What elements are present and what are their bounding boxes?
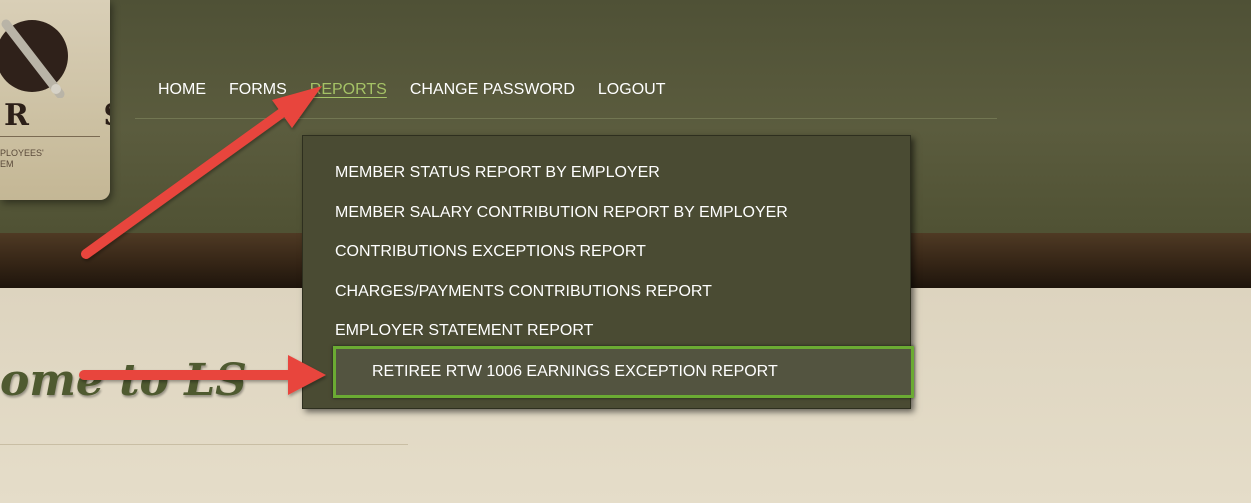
site-logo[interactable]: R S PLOYEES' EM [0,0,110,200]
nav-reports[interactable]: REPORTS [310,80,387,100]
welcome-divider [0,444,408,445]
menu-contributions-exceptions-report[interactable]: CONTRIBUTIONS EXCEPTIONS REPORT [335,242,646,262]
reports-dropdown: MEMBER STATUS REPORT BY EMPLOYER MEMBER … [302,135,914,409]
nav-divider [135,118,997,119]
menu-charges-payments-report[interactable]: CHARGES/PAYMENTS CONTRIBUTIONS REPORT [335,282,712,302]
menu-employer-statement-report[interactable]: EMPLOYER STATEMENT REPORT [335,321,593,341]
welcome-heading: ome to LS [0,355,247,406]
nav-forms[interactable]: FORMS [229,80,287,100]
logo-letters: R S [4,98,110,133]
nav-change-password[interactable]: CHANGE PASSWORD [410,80,575,100]
main-nav: HOME FORMS REPORTS CHANGE PASSWORD LOGOU… [158,80,688,100]
menu-retiree-rtw-earnings-report[interactable]: RETIREE RTW 1006 EARNINGS EXCEPTION REPO… [333,346,914,398]
nav-logout[interactable]: LOGOUT [598,80,666,100]
wrench-emblem-icon [0,19,68,98]
menu-member-status-report[interactable]: MEMBER STATUS REPORT BY EMPLOYER [335,163,660,183]
logo-subtext: PLOYEES' EM [0,148,44,169]
menu-member-salary-contribution-report[interactable]: MEMBER SALARY CONTRIBUTION REPORT BY EMP… [335,203,788,223]
logo-divider [0,136,100,137]
nav-home[interactable]: HOME [158,80,206,100]
